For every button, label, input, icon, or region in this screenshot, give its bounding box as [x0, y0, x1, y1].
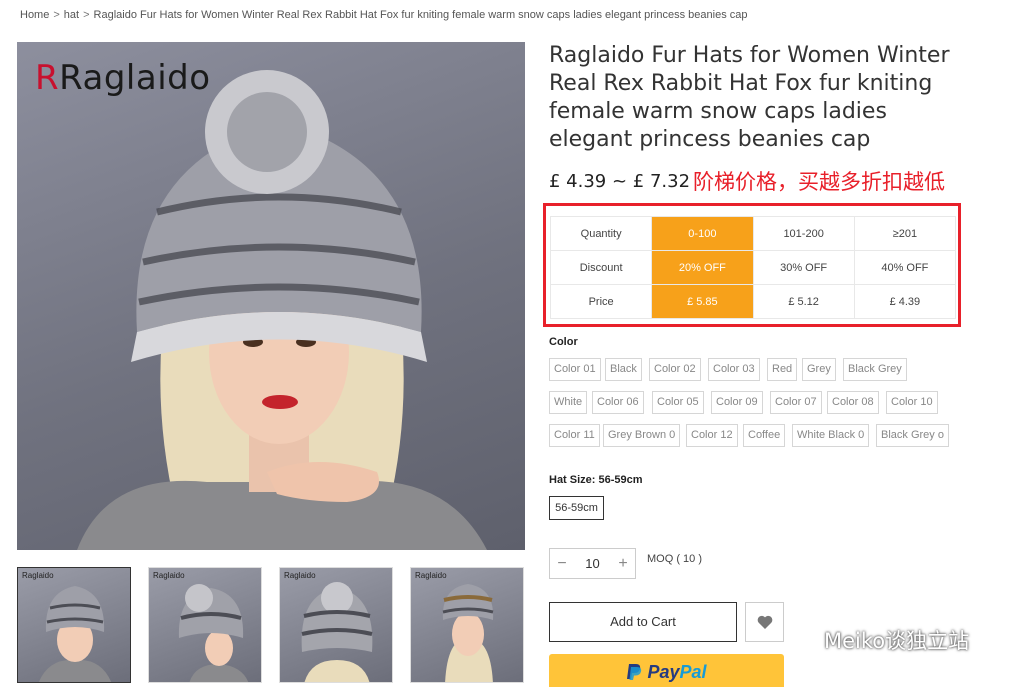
tier-row-quantity: Quantity 0-100 101-200 ≥201: [549, 216, 957, 251]
tier-price-annotation: 阶梯价格，买越多折扣越低: [693, 170, 945, 194]
paypal-label-pal: Pal: [679, 661, 707, 682]
product-title: Raglaido Fur Hats for Women Winter Real …: [549, 43, 950, 152]
wechat-icon: [788, 628, 818, 652]
brand-logo-text: Raglaido: [59, 58, 211, 98]
breadcrumb: Home > hat > Raglaido Fur Hats for Women Win…: [20, 9, 748, 21]
tier-cell: £ 4.39: [853, 284, 957, 319]
tier-row-label: Price: [549, 284, 653, 319]
watermark-text: Meiko谈独立站: [824, 629, 970, 653]
brand-logo: RRaglaido: [35, 58, 211, 98]
thumbnail-3[interactable]: Raglaido: [279, 567, 393, 683]
tier-row-label: Discount: [549, 250, 653, 285]
thumbnail-image: [178, 584, 249, 682]
quantity-increase-button[interactable]: +: [611, 555, 635, 573]
breadcrumb-separator: >: [53, 9, 60, 21]
breadcrumb-home[interactable]: Home: [20, 9, 49, 21]
tier-cell: 0-100: [651, 216, 754, 251]
color-option[interactable]: White Black 0: [792, 424, 870, 447]
thumbnail-image: [442, 584, 494, 682]
color-option[interactable]: Black: [605, 358, 642, 381]
size-option[interactable]: 56-59cm: [549, 496, 604, 520]
color-option[interactable]: Color 01: [549, 358, 601, 381]
tier-cell: ≥201: [853, 216, 957, 251]
breadcrumb-current: Raglaido Fur Hats for Women Winter Real …: [93, 9, 748, 21]
color-option[interactable]: Color 12: [686, 424, 738, 447]
color-option[interactable]: Black Grey o: [876, 424, 949, 447]
color-option[interactable]: Red: [767, 358, 798, 381]
color-option[interactable]: Color 08: [827, 391, 879, 414]
paypal-button[interactable]: Pay Pal: [549, 654, 784, 687]
color-option[interactable]: Grey Brown 0: [603, 424, 681, 447]
watermark: Meiko谈独立站: [788, 625, 969, 655]
color-option[interactable]: Color 09: [711, 391, 763, 414]
color-option[interactable]: Grey: [802, 358, 836, 381]
color-option[interactable]: Coffee: [743, 424, 786, 447]
thumbnail-image: [38, 586, 112, 682]
tier-cell: £ 5.85: [651, 284, 754, 319]
tier-row-label: Quantity: [549, 216, 653, 251]
moq-text: MOQ ( 10 ): [647, 553, 703, 565]
tier-row-price: Price £ 5.85 £ 5.12 £ 4.39: [549, 284, 957, 319]
color-label: Color: [549, 336, 578, 348]
price-range: £ 4.39 ~ £ 7.32: [549, 171, 691, 192]
color-option[interactable]: Color 11: [549, 424, 600, 447]
color-option[interactable]: Color 05: [652, 391, 704, 414]
thumbnail-strip: Raglaido Raglaido Raglaido Raglaido: [17, 567, 527, 683]
model-photo-illustration: [77, 70, 487, 550]
tier-cell: 30% OFF: [752, 250, 855, 285]
heart-icon: [757, 615, 772, 629]
size-label: Hat Size: 56-59cm: [549, 474, 643, 486]
tier-cell: 40% OFF: [853, 250, 957, 285]
color-option[interactable]: Color 10: [886, 391, 938, 414]
thumbnail-1[interactable]: Raglaido: [17, 567, 131, 683]
thumbnail-logo: Raglaido: [22, 571, 54, 580]
color-option[interactable]: Color 07: [770, 391, 822, 414]
paypal-icon: [627, 664, 642, 680]
quantity-stepper: − 10 +: [549, 548, 636, 579]
color-option[interactable]: Black Grey: [843, 358, 907, 381]
thumbnail-image: [301, 582, 373, 682]
breadcrumb-separator: >: [83, 9, 90, 21]
breadcrumb-category[interactable]: hat: [64, 9, 79, 21]
thumbnail-2[interactable]: Raglaido: [148, 567, 262, 683]
color-option[interactable]: Color 03: [708, 358, 760, 381]
quantity-decrease-button[interactable]: −: [550, 555, 574, 573]
tier-pricing-table: Quantity 0-100 101-200 ≥201 Discount 20%…: [549, 216, 957, 319]
color-option[interactable]: White: [549, 391, 588, 414]
paypal-label-pay: Pay: [647, 661, 680, 682]
main-product-image[interactable]: RRaglaido: [17, 42, 525, 550]
tier-cell: £ 5.12: [752, 284, 855, 319]
color-option[interactable]: Color 06: [592, 391, 644, 414]
quantity-input[interactable]: 10: [574, 556, 611, 571]
tier-cell: 20% OFF: [651, 250, 754, 285]
thumbnail-logo: Raglaido: [415, 571, 447, 580]
thumbnail-logo: Raglaido: [284, 571, 316, 580]
add-to-cart-button[interactable]: Add to Cart: [549, 602, 737, 642]
color-option[interactable]: Color 02: [649, 358, 701, 381]
wishlist-button[interactable]: [745, 602, 784, 642]
thumbnail-4[interactable]: Raglaido: [410, 567, 524, 683]
tier-row-discount: Discount 20% OFF 30% OFF 40% OFF: [549, 250, 957, 285]
tier-cell: 101-200: [752, 216, 855, 251]
thumbnail-logo: Raglaido: [153, 571, 185, 580]
